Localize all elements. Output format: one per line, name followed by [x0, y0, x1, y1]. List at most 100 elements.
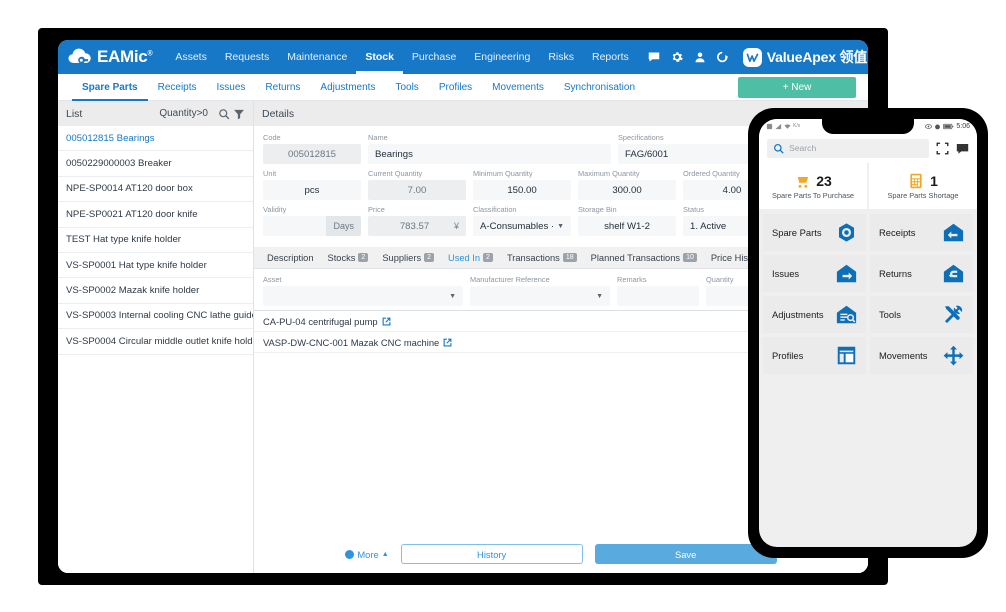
list-item[interactable]: NPE-SP0014 AT120 door box — [58, 177, 253, 202]
list-item[interactable]: TEST Hat type knife holder — [58, 228, 253, 253]
price-input[interactable]: 783.57 ¥ — [368, 216, 466, 236]
tile-label: Receipts — [879, 227, 915, 238]
tile-adjustments[interactable]: Adjustments — [763, 296, 866, 333]
asset-select[interactable]: ▼ — [263, 286, 463, 306]
subnav-item-issues[interactable]: Issues — [207, 74, 256, 101]
phone-device-frame: K/s 5:06 Search — [748, 108, 988, 558]
code-input[interactable]: 005012815 — [263, 144, 361, 164]
gear-icon[interactable] — [671, 51, 683, 63]
scan-icon[interactable] — [936, 142, 949, 155]
alarm-icon — [934, 123, 941, 130]
external-link-icon[interactable] — [443, 338, 452, 347]
history-button[interactable]: History — [401, 544, 583, 564]
validity-input[interactable]: Days — [263, 216, 361, 236]
nav-icon-group — [648, 51, 729, 63]
search-icon[interactable] — [218, 108, 230, 120]
user-icon[interactable] — [694, 51, 706, 63]
eamic-logo[interactable]: EAMic® — [68, 47, 152, 67]
list-item[interactable]: 0050229000003 Breaker — [58, 151, 253, 176]
asset-cell: VASP-DW-CNC-001 Mazak CNC machine — [263, 337, 801, 348]
nav-item-risks[interactable]: Risks — [539, 40, 583, 74]
tile-label: Tools — [879, 309, 901, 320]
list-item[interactable]: NPE-SP0021 AT120 door knife — [58, 202, 253, 227]
tile-label: Profiles — [772, 350, 803, 361]
asset-name: CA-PU-04 centrifugal pump — [263, 316, 378, 327]
nav-item-engineering[interactable]: Engineering — [465, 40, 539, 74]
tab-description[interactable]: Description — [260, 247, 321, 269]
subnav-item-returns[interactable]: Returns — [255, 74, 310, 101]
tab-stocks[interactable]: Stocks 2 — [321, 247, 376, 269]
logout-icon[interactable] — [717, 51, 729, 63]
kpi-spare-parts-shortage[interactable]: 1 Spare Parts Shortage — [869, 163, 977, 209]
tile-movements[interactable]: Movements — [870, 337, 973, 374]
nav-item-requests[interactable]: Requests — [216, 40, 278, 74]
tile-returns[interactable]: Returns — [870, 255, 973, 292]
tile-tools[interactable]: Tools — [870, 296, 973, 333]
storage-bin-input[interactable]: shelf W1-2 — [578, 216, 676, 236]
unit-input[interactable]: pcs — [263, 180, 361, 200]
tab-planned-transactions[interactable]: Planned Transactions 10 — [584, 247, 704, 269]
tab-label: Suppliers — [382, 253, 421, 263]
subnav-item-receipts[interactable]: Receipts — [148, 74, 207, 101]
list-item[interactable]: VS-SP0004 Circular middle outlet knife h… — [58, 329, 253, 354]
subnav-item-tools[interactable]: Tools — [385, 74, 428, 101]
remarks-input[interactable] — [617, 286, 699, 306]
current-quantity-label: Current Quantity — [368, 169, 466, 178]
list-item[interactable]: VS-SP0003 Internal cooling CNC lathe gui… — [58, 304, 253, 329]
chat-icon[interactable] — [956, 142, 969, 155]
valueapex-text: ValueApex 领值 — [767, 47, 867, 67]
search-input[interactable]: Search — [767, 139, 929, 158]
nav-item-maintenance[interactable]: Maintenance — [278, 40, 356, 74]
sub-navbar: Spare Parts Receipts Issues Returns Adju… — [58, 74, 868, 101]
unit-label: Unit — [263, 169, 361, 178]
subnav-item-synchronisation[interactable]: Synchronisation — [554, 74, 645, 101]
nav-item-reports[interactable]: Reports — [583, 40, 638, 74]
tile-spare-parts[interactable]: Spare Parts — [763, 214, 866, 251]
manufacturer-reference-select[interactable]: ▼ — [470, 286, 610, 306]
issue-out-icon — [836, 263, 857, 284]
tab-suppliers[interactable]: Suppliers 2 — [375, 247, 441, 269]
field-classification: Classification A-Consumables · ▼ — [473, 205, 571, 236]
field-name: Name Bearings — [368, 133, 611, 164]
tab-transactions[interactable]: Transactions 18 — [500, 247, 584, 269]
tile-label: Spare Parts — [772, 227, 822, 238]
list-item[interactable]: VS-SP0002 Mazak knife holder — [58, 278, 253, 303]
filter-icon[interactable] — [233, 108, 245, 120]
kpi-spare-parts-to-purchase[interactable]: 23 Spare Parts To Purchase — [759, 163, 867, 209]
external-link-icon[interactable] — [382, 317, 391, 326]
name-input[interactable]: Bearings — [368, 144, 611, 164]
tile-receipts[interactable]: Receipts — [870, 214, 973, 251]
new-button[interactable]: + New — [738, 77, 856, 98]
receipt-in-icon — [943, 222, 964, 243]
tile-profiles[interactable]: Profiles — [763, 337, 866, 374]
nav-item-stock[interactable]: Stock — [356, 40, 403, 74]
tab-count-badge: 2 — [424, 253, 434, 262]
nav-item-purchase[interactable]: Purchase — [403, 40, 465, 74]
minimum-quantity-input[interactable]: 150.00 — [473, 180, 571, 200]
valueapex-logo[interactable]: ValueApex 领值 — [743, 47, 867, 67]
current-quantity-input[interactable]: 7.00 — [368, 180, 466, 200]
price-currency: ¥ — [454, 221, 459, 231]
cart-icon — [794, 173, 810, 189]
nav-item-assets[interactable]: Assets — [166, 40, 216, 74]
tile-issues[interactable]: Issues — [763, 255, 866, 292]
tile-label: Issues — [772, 268, 799, 279]
nut-icon — [836, 222, 857, 243]
maximum-quantity-input[interactable]: 300.00 — [578, 180, 676, 200]
subnav-item-adjustments[interactable]: Adjustments — [310, 74, 385, 101]
list-item[interactable]: 005012815 Bearings — [58, 126, 253, 151]
subnav-item-profiles[interactable]: Profiles — [429, 74, 482, 101]
tab-used-in[interactable]: Used In 2 — [441, 247, 500, 269]
adjust-icon — [836, 304, 857, 325]
list-item[interactable]: VS-SP0001 Hat type knife holder — [58, 253, 253, 278]
registered-mark: ® — [147, 50, 152, 57]
subnav-item-movements[interactable]: Movements — [482, 74, 554, 101]
classification-select[interactable]: A-Consumables · ▼ — [473, 216, 571, 236]
save-button[interactable]: Save — [595, 544, 777, 564]
status-left: K/s — [766, 123, 800, 130]
app-body: List Quantity>0 005012815 Bearings 00502… — [58, 101, 868, 573]
subnav-item-spare-parts[interactable]: Spare Parts — [72, 74, 148, 101]
maximum-quantity-label: Maximum Quantity — [578, 169, 676, 178]
chat-icon[interactable] — [648, 51, 660, 63]
more-button[interactable]: More ▲ — [345, 549, 388, 560]
